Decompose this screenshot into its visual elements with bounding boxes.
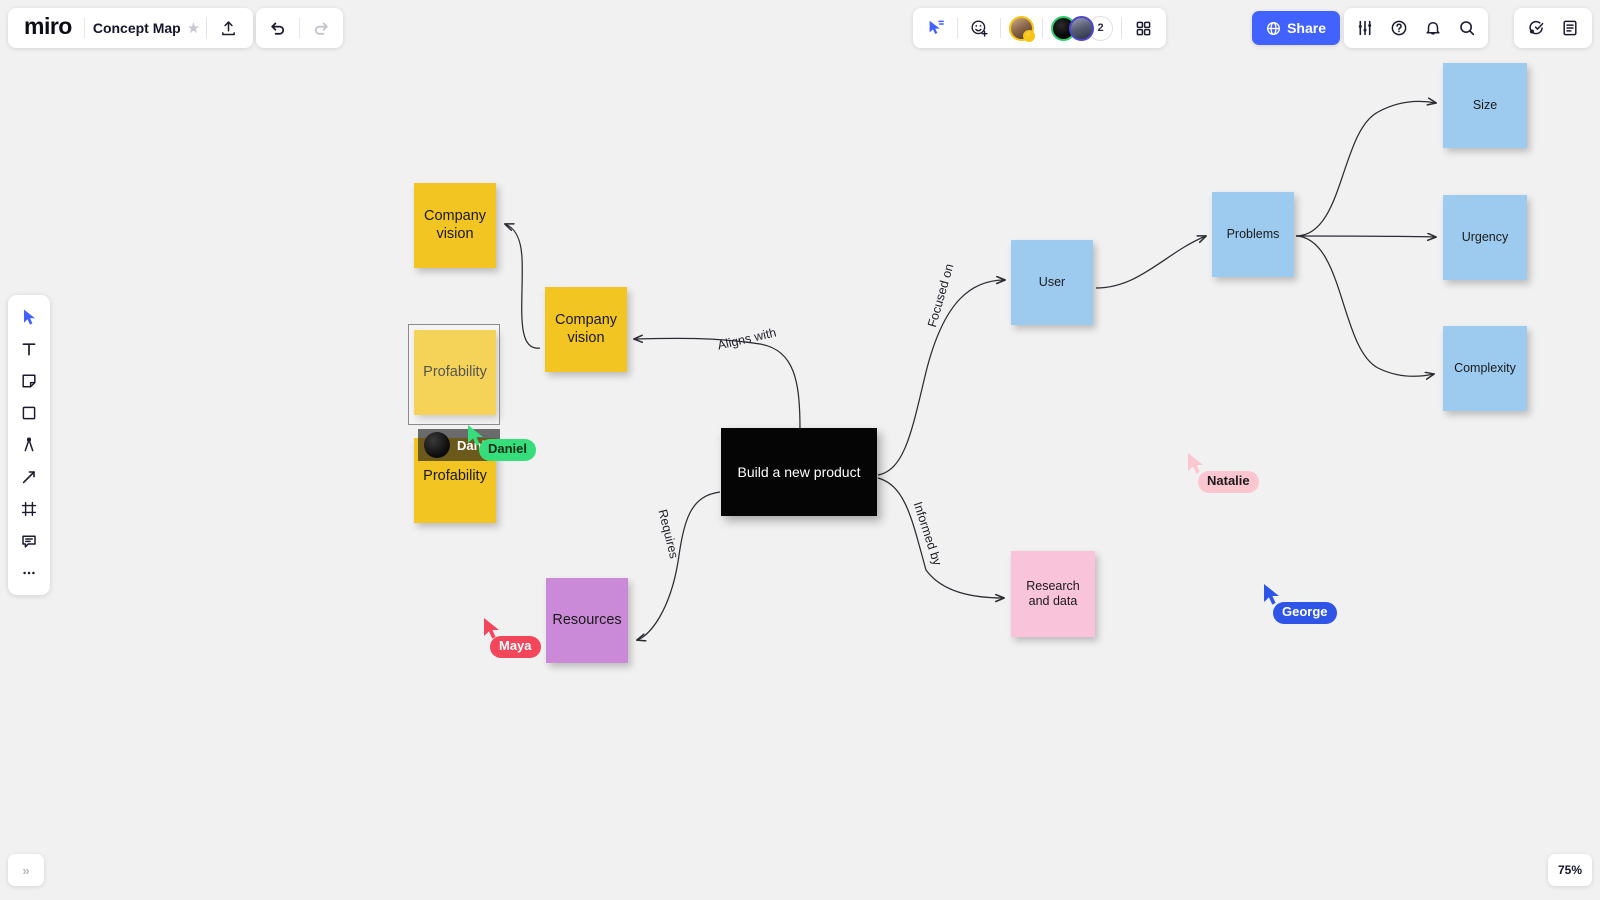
board-canvas[interactable]: Aligns with Focused on Informed by Requi… [0, 0, 1600, 900]
sticky-note-label: Research and data [1026, 579, 1080, 608]
divider [299, 18, 300, 38]
connector-label-focused-on: Focused on [925, 262, 957, 329]
sticky-note-icon [22, 374, 36, 388]
divider [1000, 18, 1001, 38]
avatar-active-user[interactable]: ⚡ [1009, 15, 1035, 42]
sticky-note-label: Problems [1226, 227, 1280, 241]
connector-label-requires: Requires [655, 508, 682, 560]
collaboration-bar: ⚡ 2 [913, 8, 1166, 48]
cursor-label: Maya [490, 636, 541, 658]
cursor-icon [23, 309, 35, 325]
share-button[interactable]: Share [1252, 11, 1340, 45]
tool-shape[interactable] [13, 398, 45, 428]
sticky-note-problems[interactable]: Problems [1212, 192, 1294, 277]
divider [83, 18, 85, 38]
tool-connector[interactable] [13, 462, 45, 492]
undo-redo-bar [256, 8, 343, 48]
cursor-share-icon[interactable] [919, 11, 953, 45]
ai-sparkle-icon[interactable] [1519, 11, 1553, 45]
share-bar: Share [1252, 8, 1340, 48]
hub-node-label: Build a new product [737, 464, 861, 480]
zoom-level-indicator[interactable]: 75% [1547, 854, 1592, 886]
share-label: Share [1287, 20, 1326, 36]
tool-frame[interactable] [13, 494, 45, 524]
undo-icon[interactable] [261, 11, 295, 45]
hub-node-build-a-new-product[interactable]: Build a new product [721, 428, 877, 516]
divider [206, 18, 208, 38]
tool-text[interactable] [13, 334, 45, 364]
upload-icon[interactable] [211, 11, 245, 45]
sticky-note-label: User [1038, 275, 1066, 289]
help-icon[interactable] [1382, 11, 1416, 45]
comment-icon [22, 535, 36, 548]
creation-toolbar [8, 295, 50, 595]
cursor-label: Daniel [479, 439, 537, 461]
sticky-note-profability-1[interactable]: Profability [414, 330, 496, 415]
power-badge-icon: ⚡ [1023, 29, 1035, 42]
sticky-note-label: Profability [423, 363, 487, 380]
board-title[interactable]: Concept Map [89, 20, 185, 36]
arrow-line-icon [22, 471, 35, 484]
tool-select[interactable] [13, 302, 45, 332]
divider [1042, 18, 1043, 38]
tool-pen[interactable] [13, 430, 45, 460]
sticky-note-urgency[interactable]: Urgency [1443, 195, 1527, 280]
sticky-note-complexity[interactable]: Complexity [1443, 326, 1527, 411]
sticky-note-label: Company vision [554, 312, 618, 346]
sticky-note-user[interactable]: User [1011, 240, 1093, 325]
apps-grid-icon[interactable] [1126, 11, 1160, 45]
sticky-note-company-vision-2[interactable]: Company vision [545, 287, 627, 372]
more-dots-icon [23, 571, 35, 575]
sticky-note-label: Complexity [1454, 361, 1516, 375]
pen-icon [24, 437, 34, 452]
tool-more[interactable] [13, 558, 45, 588]
tool-comment[interactable] [13, 526, 45, 556]
collaborator-avatar [424, 432, 450, 458]
frame-icon [21, 501, 37, 517]
connector-label-informed-by: Informed by [910, 500, 945, 568]
favorite-star-icon[interactable]: ★ [185, 19, 202, 37]
notes-panel-icon[interactable] [1553, 11, 1587, 45]
sticky-note-size[interactable]: Size [1443, 63, 1527, 148]
miro-board-app: Aligns with Focused on Informed by Requi… [0, 0, 1600, 900]
redo-icon[interactable] [304, 11, 338, 45]
cursor-label: Natalie [1198, 471, 1259, 493]
cursor-label: George [1273, 602, 1337, 624]
board-header-bar: miro Concept Map ★ [8, 8, 254, 48]
shape-square-icon [22, 406, 36, 420]
settings-sliders-icon[interactable] [1348, 11, 1382, 45]
expand-panel-button[interactable]: » [8, 854, 44, 886]
divider [957, 18, 958, 38]
emoji-reaction-icon[interactable] [962, 11, 996, 45]
right-utility-bar [1514, 8, 1592, 48]
avatar-collaborator-2[interactable] [1069, 15, 1094, 41]
connector-label-aligns-with: Aligns with [716, 325, 778, 353]
sticky-note-label: Company vision [423, 208, 487, 242]
search-icon[interactable] [1450, 11, 1484, 45]
sticky-note-research-and-data[interactable]: Research and data [1011, 551, 1095, 637]
sticky-note-label: Size [1472, 98, 1498, 112]
notifications-icon[interactable] [1416, 11, 1450, 45]
divider [1121, 18, 1122, 38]
text-icon [22, 343, 36, 356]
tool-sticky-note[interactable] [13, 366, 45, 396]
board-tools-bar [1344, 8, 1488, 48]
miro-logo[interactable]: miro [16, 13, 80, 43]
sticky-note-label: Urgency [1461, 230, 1509, 244]
globe-icon [1267, 21, 1281, 35]
sticky-note-label: Resources [552, 611, 622, 628]
sticky-note-resources[interactable]: Resources [546, 578, 628, 663]
sticky-note-company-vision-1[interactable]: Company vision [414, 183, 496, 268]
sticky-note-label: Profability [423, 468, 487, 484]
